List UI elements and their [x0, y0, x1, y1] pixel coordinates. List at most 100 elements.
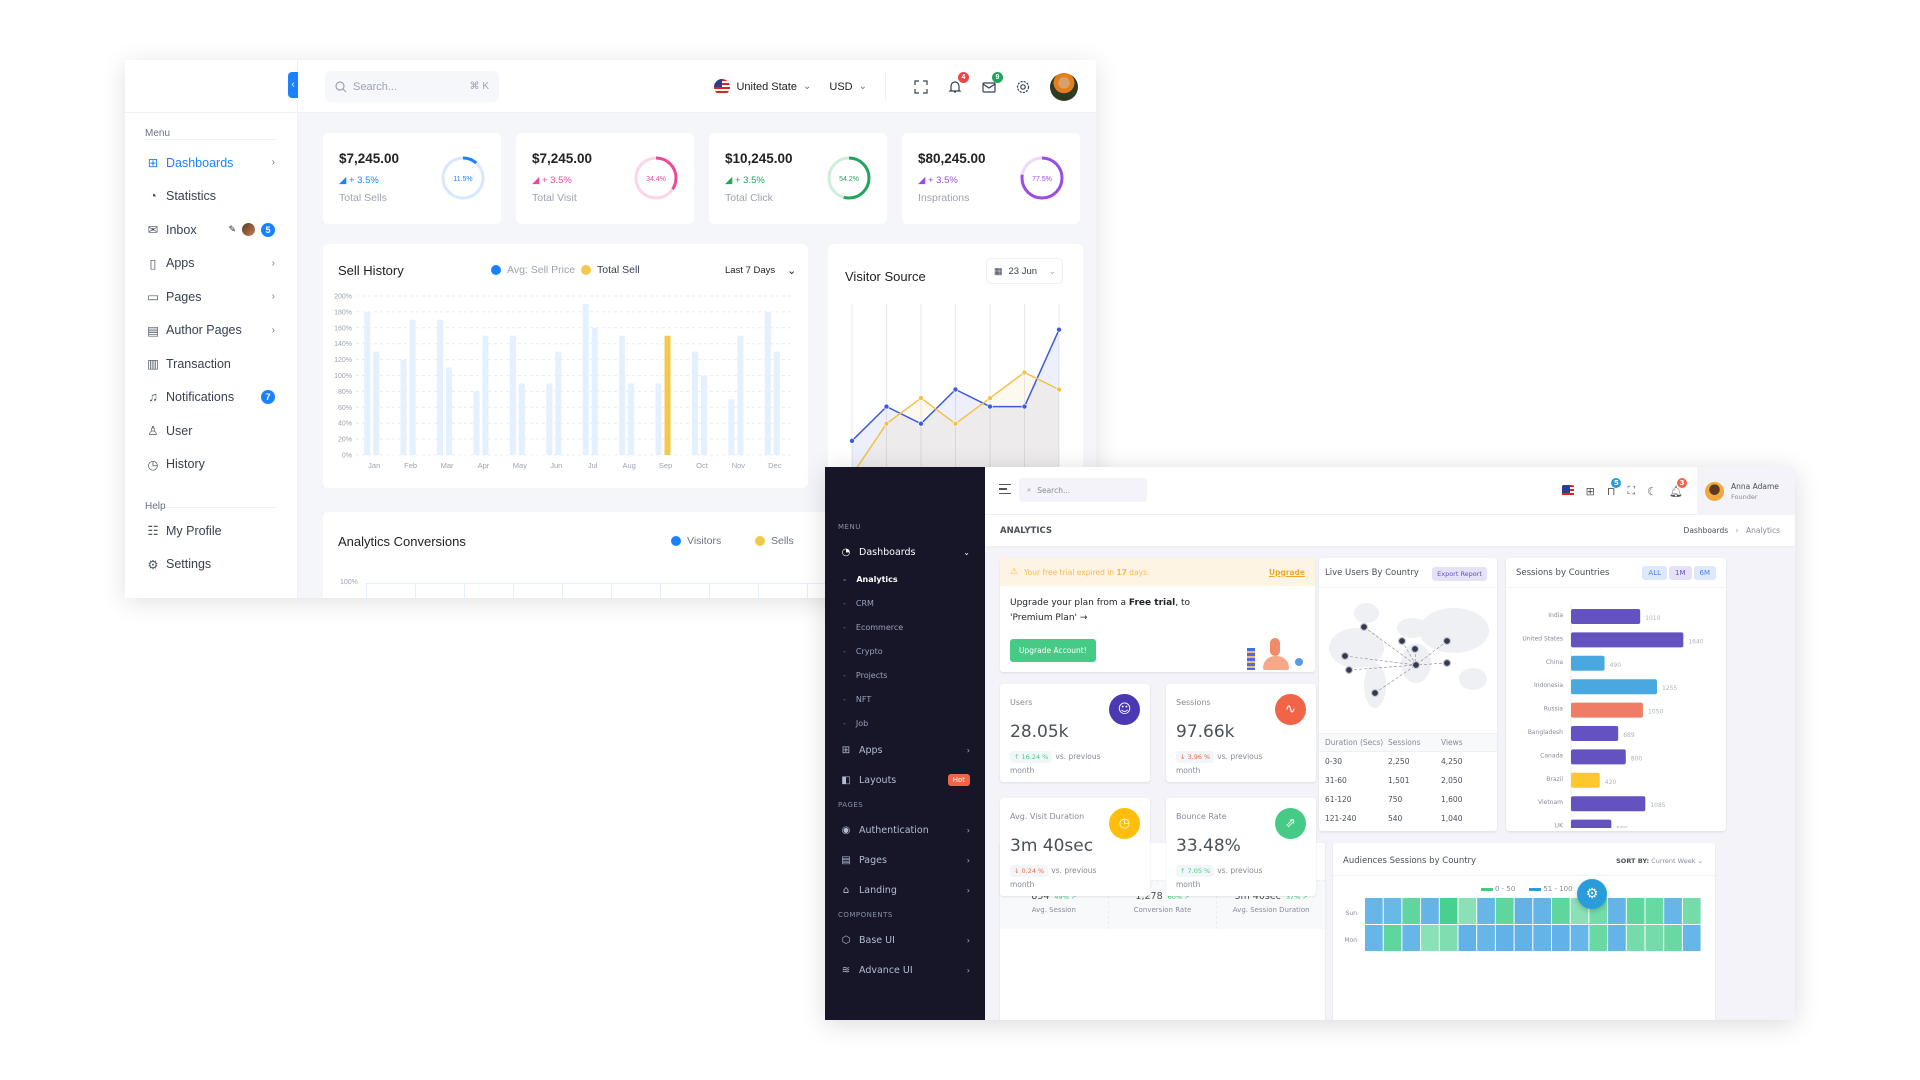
data-point[interactable] [952, 420, 959, 427]
us-flag-icon[interactable] [1561, 485, 1574, 497]
notifications-button[interactable]: 4 [944, 71, 969, 98]
heatmap-cell[interactable] [1439, 898, 1458, 924]
heatmap-cell[interactable] [1421, 898, 1439, 924]
data-point[interactable] [849, 438, 855, 444]
heatmap-cell[interactable] [1645, 925, 1664, 951]
heatmap-cell[interactable] [1570, 925, 1589, 951]
settings-button[interactable] [1012, 76, 1034, 98]
breadcrumb-item[interactable]: Dashboards [1684, 526, 1729, 535]
sidebar-item-authentication[interactable]: ◉ Authentication › [825, 815, 985, 845]
sidebar-item-apps[interactable]: ⊞ Apps › [825, 735, 985, 765]
sidebar-item-dashboards[interactable]: ◔ Dashboards ⌄ [825, 537, 985, 567]
bar-jun-avg[interactable] [546, 383, 553, 455]
bar-china[interactable] [1571, 655, 1605, 671]
heatmap-cell[interactable] [1664, 898, 1682, 924]
bar-canada[interactable] [1571, 749, 1626, 765]
bar-vietnam[interactable] [1571, 796, 1646, 812]
upgrade-link[interactable]: Upgrade [1269, 568, 1305, 577]
sidebar-item-transaction[interactable]: ▥ Transaction [125, 347, 297, 381]
bar-dec-total[interactable] [773, 351, 780, 455]
cart-button[interactable]: ⊓ 5 [1607, 477, 1622, 498]
sidebar-item-statistics[interactable]: ◔ Statistics [125, 180, 297, 214]
map-marker[interactable] [1344, 665, 1354, 675]
heatmap-cell[interactable] [1626, 898, 1645, 924]
data-point[interactable] [1056, 326, 1062, 333]
bar-may-total[interactable] [518, 383, 525, 455]
heatmap-cell[interactable] [1682, 925, 1701, 951]
bar-united-states[interactable] [1571, 632, 1684, 648]
heatmap-cell[interactable] [1383, 925, 1402, 951]
sidebar-subitem-job[interactable]: - Job [825, 711, 985, 735]
bar-sep-total[interactable] [664, 335, 671, 455]
heatmap-cell[interactable] [1439, 925, 1458, 951]
heatmap-cell[interactable] [1402, 925, 1421, 951]
data-point[interactable] [1056, 386, 1062, 393]
data-point[interactable] [952, 386, 959, 393]
sidebar-item-pages[interactable]: ▤ Pages › [825, 845, 985, 875]
bar-mar-total[interactable] [446, 367, 453, 455]
sort-select[interactable]: SORT BY: Current Week ⌄ [1616, 857, 1703, 865]
heatmap-cell[interactable] [1552, 898, 1570, 924]
apps-grid-icon[interactable]: ⊞ [1586, 485, 1595, 498]
heatmap-cell[interactable] [1682, 898, 1701, 924]
bar-indonesia[interactable] [1571, 679, 1657, 695]
heatmap-cell[interactable] [1664, 925, 1682, 951]
heatmap-cell[interactable] [1626, 925, 1645, 951]
sidebar-item-layouts[interactable]: ◧ Layouts Hot [825, 765, 985, 795]
sidebar-item-landing[interactable]: ⌂ Landing › [825, 875, 985, 905]
sidebar-item-settings[interactable]: ⚙ Settings [125, 548, 297, 582]
heatmap-cell[interactable] [1608, 898, 1626, 924]
bar-nov-avg[interactable] [728, 399, 735, 455]
data-point[interactable] [987, 403, 993, 410]
sidebar-subitem-projects[interactable]: - Projects [825, 663, 985, 687]
bar-jul-total[interactable] [591, 327, 598, 455]
settings-fab[interactable]: ⚙ [1577, 879, 1607, 909]
bar-oct-total[interactable] [700, 375, 707, 456]
map-marker[interactable] [1442, 658, 1452, 668]
filter-all[interactable]: ALL [1642, 566, 1667, 580]
heatmap-cell[interactable] [1533, 925, 1551, 951]
messages-button[interactable]: 9 [978, 71, 1003, 98]
heatmap-cell[interactable] [1365, 925, 1383, 951]
map-marker[interactable] [1410, 644, 1420, 654]
data-point[interactable] [1021, 403, 1028, 410]
bar-dec-avg[interactable] [764, 311, 771, 455]
bar-oct-avg[interactable] [691, 351, 698, 455]
data-point[interactable] [1021, 369, 1028, 376]
heatmap-cell[interactable] [1533, 898, 1551, 924]
bar-jan-avg[interactable] [364, 311, 371, 455]
data-point[interactable] [883, 403, 890, 410]
heatmap-cell[interactable] [1477, 925, 1495, 951]
heatmap-cell[interactable] [1514, 925, 1533, 951]
data-point[interactable] [987, 395, 993, 401]
sidebar-item-dashboards[interactable]: ⊞ Dashboards › [125, 146, 297, 180]
bar-sep-avg[interactable] [655, 383, 662, 455]
bar-india[interactable] [1571, 609, 1641, 624]
bar-feb-avg[interactable] [400, 359, 407, 455]
map-marker[interactable] [1397, 636, 1407, 646]
heatmap-cell[interactable] [1589, 925, 1608, 951]
sidebar-item-pages[interactable]: ▭ Pages › [125, 280, 297, 314]
sidebar-item-author-pages[interactable]: ▤ Author Pages › [125, 314, 297, 348]
heatmap-cell[interactable] [1458, 925, 1477, 951]
sidebar-subitem-crypto[interactable]: - Crypto [825, 639, 985, 663]
sidebar-item-my-profile[interactable]: ☷ My Profile [125, 514, 297, 548]
fullscreen-icon[interactable]: ⛶ [1627, 484, 1635, 498]
bar-brazil[interactable] [1571, 772, 1600, 788]
bar-bangladesh[interactable] [1571, 726, 1619, 741]
heatmap-cell[interactable] [1477, 898, 1495, 924]
country-select[interactable]: United State ⌄ [714, 78, 811, 95]
dark-mode-icon[interactable]: ☾ [1647, 485, 1657, 498]
currency-select[interactable]: USD ⌄ [829, 81, 867, 93]
sidebar-item-base-ui[interactable]: ⬡ Base UI › [825, 925, 985, 955]
bar-mar-avg[interactable] [437, 319, 444, 455]
notifications-button[interactable]: 🔔︎ 3 [1669, 477, 1687, 498]
heatmap-cell[interactable] [1495, 925, 1514, 951]
heatmap-cell[interactable] [1645, 898, 1664, 924]
data-point[interactable] [883, 420, 890, 427]
sidebar-item-history[interactable]: ◷ History [125, 448, 297, 482]
user-avatar[interactable] [1050, 72, 1078, 101]
sidebar-subitem-nft[interactable]: - NFT [825, 687, 985, 711]
sidebar-subitem-crm[interactable]: - CRM [825, 591, 985, 615]
heatmap-cell[interactable] [1383, 898, 1402, 924]
